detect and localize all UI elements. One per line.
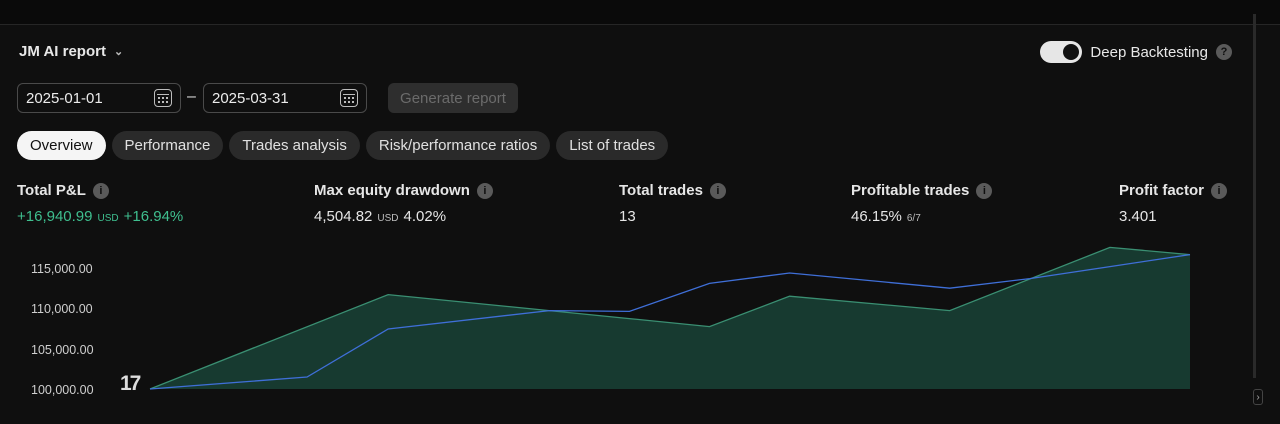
deep-backtesting-control: Deep Backtesting ?: [1040, 41, 1232, 63]
date-separator: –: [187, 88, 196, 105]
deep-backtesting-toggle[interactable]: [1040, 41, 1083, 63]
report-tabs: Overview Performance Trades analysis Ris…: [17, 131, 669, 160]
total-pnl-percent: +16.94%: [123, 208, 184, 225]
total-pnl-unit: USD: [97, 213, 119, 224]
tab-overview[interactable]: Overview: [17, 131, 106, 160]
start-date-input[interactable]: 2025-01-01: [17, 83, 181, 113]
tab-list-of-trades[interactable]: List of trades: [556, 131, 669, 160]
profit-factor-label-text: Profit factor: [1119, 182, 1205, 199]
equity-chart: [149, 246, 1191, 390]
chevron-down-icon: ⌄: [113, 46, 124, 58]
profit-factor-label: Profit factor i: [1119, 182, 1228, 199]
profitable-trades-ratio: 6/7: [906, 213, 921, 224]
max-dd-label: Max equity drawdown i: [314, 182, 493, 199]
info-icon[interactable]: i: [976, 182, 993, 199]
info-icon[interactable]: i: [1211, 182, 1228, 199]
tradingview-logo: 17: [120, 372, 141, 395]
max-dd-value: 4,504.82 USD 4.02%: [314, 208, 446, 225]
max-dd-label-text: Max equity drawdown: [314, 182, 470, 199]
end-date-value: 2025-03-31: [212, 89, 289, 107]
start-date-value: 2025-01-01: [26, 89, 103, 107]
report-title: JM AI report: [19, 43, 106, 60]
total-trades-label-text: Total trades: [619, 182, 703, 199]
info-icon[interactable]: i: [476, 182, 493, 199]
deep-backtesting-label: Deep Backtesting: [1090, 43, 1208, 61]
total-trades-label: Total trades i: [619, 182, 726, 199]
total-trades-value: 13: [619, 208, 636, 225]
profitable-trades-label-text: Profitable trades: [851, 182, 970, 199]
profit-factor-value: 3.401: [1119, 208, 1157, 225]
toggle-knob: [1063, 44, 1080, 60]
report-selector[interactable]: JM AI report ⌄: [19, 43, 123, 60]
profitable-trades-label: Profitable trades i: [851, 182, 993, 199]
tab-performance[interactable]: Performance: [111, 131, 224, 160]
top-bar: [0, 0, 1280, 25]
total-pnl-label: Total P&L i: [17, 182, 109, 199]
scroll-right-button[interactable]: ›: [1253, 389, 1263, 405]
max-dd-unit: USD: [377, 213, 399, 224]
max-dd-percent: 4.02%: [403, 208, 447, 225]
end-date-input[interactable]: 2025-03-31: [203, 83, 367, 113]
profitable-trades-value: 46.15% 6/7: [851, 208, 921, 225]
calendar-icon[interactable]: [340, 89, 358, 107]
max-dd-amount: 4,504.82: [314, 208, 373, 225]
total-pnl-amount: +16,940.99: [17, 208, 93, 225]
calendar-icon[interactable]: [154, 89, 172, 107]
equity-area: [150, 247, 1190, 389]
help-icon[interactable]: ?: [1216, 44, 1232, 60]
total-pnl-label-text: Total P&L: [17, 182, 86, 199]
tab-risk-performance-ratios[interactable]: Risk/performance ratios: [365, 131, 551, 160]
total-pnl-value: +16,940.99 USD +16.94%: [17, 208, 183, 225]
info-icon[interactable]: i: [709, 182, 726, 199]
profitable-trades-percent: 46.15%: [851, 208, 902, 225]
generate-report-button[interactable]: Generate report: [388, 83, 518, 113]
info-icon[interactable]: i: [92, 182, 109, 199]
tab-trades-analysis[interactable]: Trades analysis: [229, 131, 360, 160]
